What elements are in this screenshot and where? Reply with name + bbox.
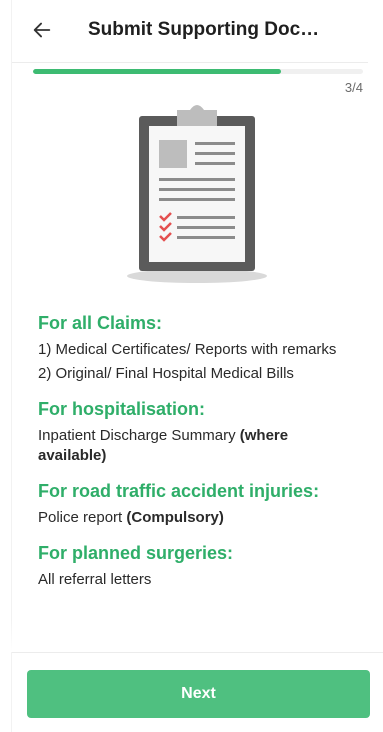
section-line: 1) Medical Certificates/ Reports with re… xyxy=(38,341,337,358)
section-heading: For road traffic accident injuries: xyxy=(38,481,320,501)
next-button[interactable]: Next xyxy=(27,670,370,718)
section-line: Police report (Compulsory) xyxy=(38,509,224,526)
progress-step-text: 3/4 xyxy=(344,80,363,95)
progress-bar xyxy=(33,69,363,74)
back-button[interactable] xyxy=(30,18,54,42)
requirements-list: For all Claims: 1) Medical Certificates/… xyxy=(38,312,353,604)
section-line: All referral letters xyxy=(38,571,152,588)
section-heading: For all Claims: xyxy=(38,313,163,333)
section-hospitalisation: For hospitalisation: Inpatient Discharge… xyxy=(38,398,353,466)
page-title: Submit Supporting Doc… xyxy=(88,19,320,40)
arrow-left-icon xyxy=(33,22,51,38)
section-heading: For hospitalisation: xyxy=(38,399,206,419)
header-divider xyxy=(12,62,368,63)
progress-fill xyxy=(33,69,281,74)
section-all-claims: For all Claims: 1) Medical Certificates/… xyxy=(38,312,353,384)
section-planned-surgeries: For planned surgeries: All referral lett… xyxy=(38,542,353,590)
screen: Submit Supporting Doc… 3/4 For all Claim… xyxy=(0,0,383,732)
scroll-fade xyxy=(0,620,383,652)
footer-divider xyxy=(12,652,383,653)
section-line: Inpatient Discharge Summary (where avail… xyxy=(38,427,289,464)
section-heading: For planned surgeries: xyxy=(38,543,234,563)
clipboard-checklist-icon xyxy=(122,98,272,290)
section-road-accident: For road traffic accident injuries: Poli… xyxy=(38,480,353,528)
section-line: 2) Original/ Final Hospital Medical Bill… xyxy=(38,365,294,382)
app-header: Submit Supporting Doc… xyxy=(0,0,383,62)
